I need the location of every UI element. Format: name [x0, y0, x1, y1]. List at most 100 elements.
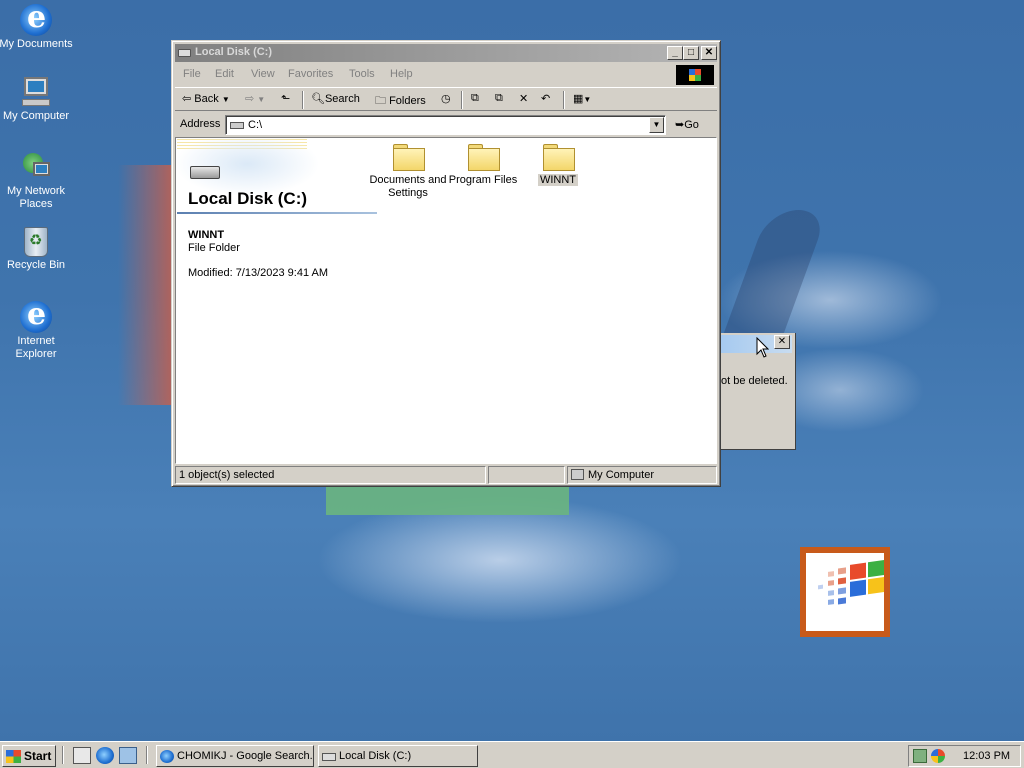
copy-to-icon[interactable]: ⧉	[495, 92, 503, 105]
status-selection: 1 object(s) selected	[175, 466, 486, 484]
desktop-icon-label: My Network Places	[6, 185, 66, 210]
show-desktop-icon[interactable]	[73, 747, 91, 764]
menu-favorites[interactable]: Favorites	[288, 68, 333, 80]
task-button-google-search[interactable]: CHOMIKJ - Google Search...	[156, 745, 314, 767]
address-bar: Address C:\ ▼ ➥Go	[175, 113, 717, 137]
desktop-icon-my-computer[interactable]: My Computer	[0, 76, 74, 123]
folders-button[interactable]: 🗀 Folders	[375, 92, 426, 111]
wallpaper-figure	[721, 210, 829, 340]
toolbar: ⇦ Back ▼ ⇨ ▼ ⬑ 🔍︎Search 🗀 Folders ◷ ⧉ ⧉ …	[175, 87, 717, 111]
forward-button[interactable]: ⇨ ▼	[245, 92, 265, 105]
folder-program-files[interactable]: Program Files	[443, 142, 523, 187]
folder-label: WINNT	[537, 174, 579, 186]
taskbar: Start CHOMIKJ - Google Search... Local D…	[0, 741, 1024, 768]
recycle-bin-icon	[24, 227, 48, 257]
ie-icon	[20, 0, 52, 36]
start-button[interactable]: Start	[2, 745, 56, 767]
views-button[interactable]: ▦▼	[573, 92, 591, 105]
dialog-message: ot be deleted.	[721, 375, 788, 387]
address-label: Address	[180, 118, 221, 130]
desktop-icon-my-documents[interactable]: My Documents	[0, 0, 74, 51]
menu-tools[interactable]: Tools	[349, 68, 375, 80]
search-label: Search	[324, 93, 360, 105]
chevron-down-icon[interactable]: ▼	[257, 95, 265, 104]
mouse-cursor-icon	[756, 337, 769, 358]
menu-edit[interactable]: Edit	[215, 68, 234, 80]
computer-icon	[571, 469, 584, 480]
toolbar-separator	[461, 91, 463, 109]
status-zone: My Computer	[567, 466, 717, 484]
go-label: Go	[684, 119, 699, 131]
desktop-icon-label: My Computer	[2, 110, 70, 122]
selected-item-modified: Modified: 7/13/2023 9:41 AM	[188, 267, 329, 279]
computer-icon	[20, 76, 52, 108]
window-titlebar[interactable]: Local Disk (C:) _ □ ✕	[175, 44, 717, 62]
ie-icon	[160, 750, 174, 763]
windows-flag-icon	[6, 750, 21, 763]
menu-file[interactable]: File	[183, 68, 201, 80]
maximize-button[interactable]: □	[683, 46, 699, 60]
chevron-down-icon[interactable]: ▼	[222, 95, 230, 104]
menu-view[interactable]: View	[251, 68, 275, 80]
desktop-icon-label: Recycle Bin	[6, 259, 66, 271]
ie-icon	[20, 297, 52, 333]
explorer-window[interactable]: Local Disk (C:) _ □ ✕ File Edit View Fav…	[171, 40, 721, 487]
folder-view[interactable]: Local Disk (C:) WINNT File Folder Modifi…	[175, 137, 717, 464]
desktop-icon-label: My Documents	[0, 38, 73, 50]
go-button[interactable]: ➥Go	[675, 118, 699, 131]
clock[interactable]: 12:03 PM	[963, 750, 1010, 762]
dialog-close-button[interactable]: ✕	[774, 335, 790, 349]
status-zone-label: My Computer	[588, 469, 655, 481]
status-bar: 1 object(s) selected My Computer	[175, 465, 717, 484]
windows-update-tray-icon[interactable]	[931, 749, 945, 763]
back-button[interactable]: ⇦ Back ▼	[182, 92, 230, 105]
undo-icon[interactable]: ↶	[541, 92, 550, 105]
menu-bar: File Edit View Favorites Tools Help	[175, 64, 717, 85]
windows-logo-badge	[800, 547, 890, 637]
move-to-icon[interactable]: ⧉	[471, 92, 479, 105]
system-tray: 12:03 PM	[908, 745, 1021, 767]
title-underline	[177, 212, 377, 214]
search-button[interactable]: 🔍︎Search	[311, 92, 360, 105]
folder-icon	[467, 142, 500, 171]
wallpaper-green-streak	[326, 486, 569, 515]
close-button[interactable]: ✕	[701, 46, 717, 60]
network-tray-icon[interactable]	[913, 749, 927, 763]
up-folder-icon[interactable]: ⬑	[281, 92, 290, 105]
desktop-icon-internet-explorer[interactable]: Internet Explorer	[0, 297, 74, 361]
desktop-icon-label: Internet Explorer	[15, 335, 57, 360]
task-label: CHOMIKJ - Google Search...	[177, 750, 314, 762]
desktop-icon-my-network-places[interactable]: My Network Places	[0, 151, 74, 211]
back-label: Back	[194, 93, 219, 105]
views-icon: ▦	[573, 93, 584, 105]
menu-help[interactable]: Help	[390, 68, 413, 80]
delete-icon[interactable]: ✕	[519, 92, 528, 105]
address-value: C:\	[248, 119, 263, 131]
folder-documents-and-settings[interactable]: Documents and Settings	[368, 142, 448, 200]
folder-label: Documents and Settings	[369, 174, 447, 199]
address-input[interactable]: C:\ ▼	[225, 115, 666, 135]
windows-throbber-icon	[676, 65, 714, 85]
wallpaper-red-streak	[118, 165, 174, 405]
desktop-icon-recycle-bin[interactable]: Recycle Bin	[0, 227, 74, 272]
minimize-button[interactable]: _	[667, 46, 683, 60]
folders-icon: 🗀	[375, 95, 390, 107]
status-size	[488, 466, 565, 484]
window-title: Local Disk (C:)	[195, 46, 273, 58]
outlook-express-icon[interactable]	[119, 747, 137, 764]
task-button-local-disk[interactable]: Local Disk (C:)	[318, 745, 478, 767]
folder-icon	[392, 142, 425, 171]
taskbar-separator	[62, 746, 64, 764]
taskbar-separator	[146, 746, 148, 764]
toolbar-separator	[563, 91, 565, 109]
start-label: Start	[24, 749, 52, 763]
go-arrow-icon: ➥	[675, 119, 685, 131]
ie-icon[interactable]	[96, 747, 114, 764]
history-icon[interactable]: ◷	[441, 92, 451, 105]
drive-icon	[230, 122, 244, 129]
network-icon	[20, 151, 52, 183]
folder-winnt[interactable]: WINNT	[518, 142, 598, 187]
folders-label: Folders	[389, 95, 426, 107]
address-dropdown-button[interactable]: ▼	[649, 117, 664, 133]
toolbar-separator	[302, 91, 304, 109]
